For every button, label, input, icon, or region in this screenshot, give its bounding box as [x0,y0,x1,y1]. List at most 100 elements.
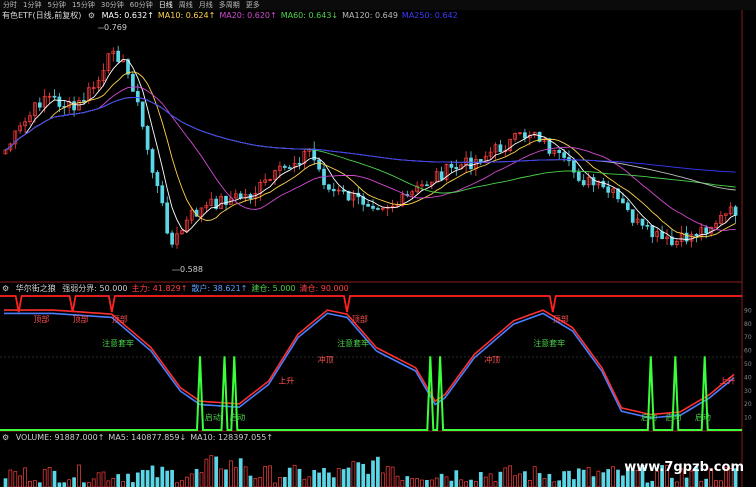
volume-bar [532,466,537,487]
ma-line-250 [5,97,736,173]
volume-bar [351,461,356,487]
volume-bar [581,469,586,487]
price-candle [684,232,689,242]
volume-bar [331,477,336,487]
build-position-line [0,356,742,431]
volume-bar [165,470,170,487]
price-candle [640,218,645,226]
indicator-annotation-2: 顶部 [112,314,128,324]
price-candle [376,208,380,210]
price-candle [57,96,62,107]
indicator-annotation-13: 启动 [641,412,657,422]
volume-bar [160,466,165,487]
volume-bar [292,464,297,487]
volume-bar [135,472,140,487]
indicator-icon: ⚙ [2,284,10,293]
ma-label-0: MA5: 0.632↑ [101,11,154,20]
low-price-label: 0.588 [180,265,203,274]
price-candle [72,101,76,111]
volume-bar [439,473,444,487]
price-candle [576,171,581,181]
volume-bar [380,472,385,487]
price-candle [317,159,321,170]
volume-bar [287,467,292,487]
volume-bar [576,468,581,487]
volume-bar [366,473,370,487]
volume-bar [37,482,42,487]
price-candle [469,157,473,170]
indicator-annotation-6: 冲顶 [318,354,334,364]
indicator-item-3: 建仓: 5.000 [251,284,296,293]
volume-bar [513,475,517,487]
indicator-annotation-3: 注意套牢 [102,338,134,348]
volume-bar [307,476,312,487]
volume-bar [552,481,557,487]
price-candle [131,73,135,92]
volume-bar [62,482,67,487]
volume-bar [596,470,601,487]
retail-line [4,312,735,419]
indicator-annotation-1: 顶部 [73,314,89,324]
symbol-label[interactable]: 有色ETF(日线,前复权) [2,11,81,20]
volume-bar [616,469,620,487]
volume-bar [699,480,704,487]
volume-bar [273,482,277,487]
ma-line-5 [5,58,736,240]
price-candle [327,184,331,190]
indicator-annotation-12: 启动 [229,412,245,422]
indicator-annotation-9: 注意套牢 [533,338,565,348]
main-legend: 有色ETF(日线,前复权) ⚙ MA5: 0.632↑ MA10: 0.624↑ M… [2,10,462,21]
indicator-annotation-8: 顶部 [553,314,569,324]
volume-bar [567,470,571,487]
volume-bar [116,474,121,487]
volume-bar [3,478,8,487]
volume-bar [253,478,258,487]
ma-line-120 [5,97,736,191]
main-force-line [4,309,735,416]
volume-bar [121,480,125,487]
price-candle [52,95,57,98]
ma-label-4: MA120: 0.649 [342,11,398,20]
price-candle [155,172,160,187]
volume-bar [199,472,204,487]
price-candle [557,150,562,154]
price-candle [170,232,174,245]
volume-bar [586,466,591,487]
volume-bar [518,473,522,487]
volume-bar [400,479,405,487]
volume-bar [542,478,547,487]
volume-bar [405,476,410,487]
price-candle [572,160,576,173]
price-candle [140,101,145,127]
volume-bar [52,470,57,487]
volume-bar [572,479,576,487]
volume-bar [434,477,439,487]
volume-bar [209,455,214,487]
volume-bar [140,469,145,487]
volume-bar [180,480,184,487]
indicator-annotation-7: 上升 [278,377,294,386]
volume-bar [184,476,189,487]
price-candle [331,188,336,192]
indicator-title[interactable]: 华尔街之狼 [16,284,56,293]
price-candle [282,165,287,168]
price-candle [606,186,611,193]
settings-icon[interactable]: ⚙ [88,11,95,20]
volume-icon: ⚙ [2,433,10,442]
volume-bar [483,476,488,487]
volume-bar [42,469,47,487]
volume-bar [28,480,32,487]
price-candle [650,225,655,238]
price-candle [601,180,606,188]
volume-bar [341,469,346,487]
price-candle [238,193,243,199]
volume-bar [719,480,723,487]
volume-bar [189,473,194,487]
ma-label-1: MA10: 0.624↑ [157,11,216,20]
volume-bar [82,482,86,487]
indicator-item-2: 散户: 38.621↑ [191,284,248,293]
indicator-item-0: 强弱分界: 50.000 [62,284,128,293]
indicator-axis-tick: 40 [744,374,752,381]
volume-bar [356,462,361,487]
ma-label-3: MA60: 0.643↓ [280,11,339,20]
